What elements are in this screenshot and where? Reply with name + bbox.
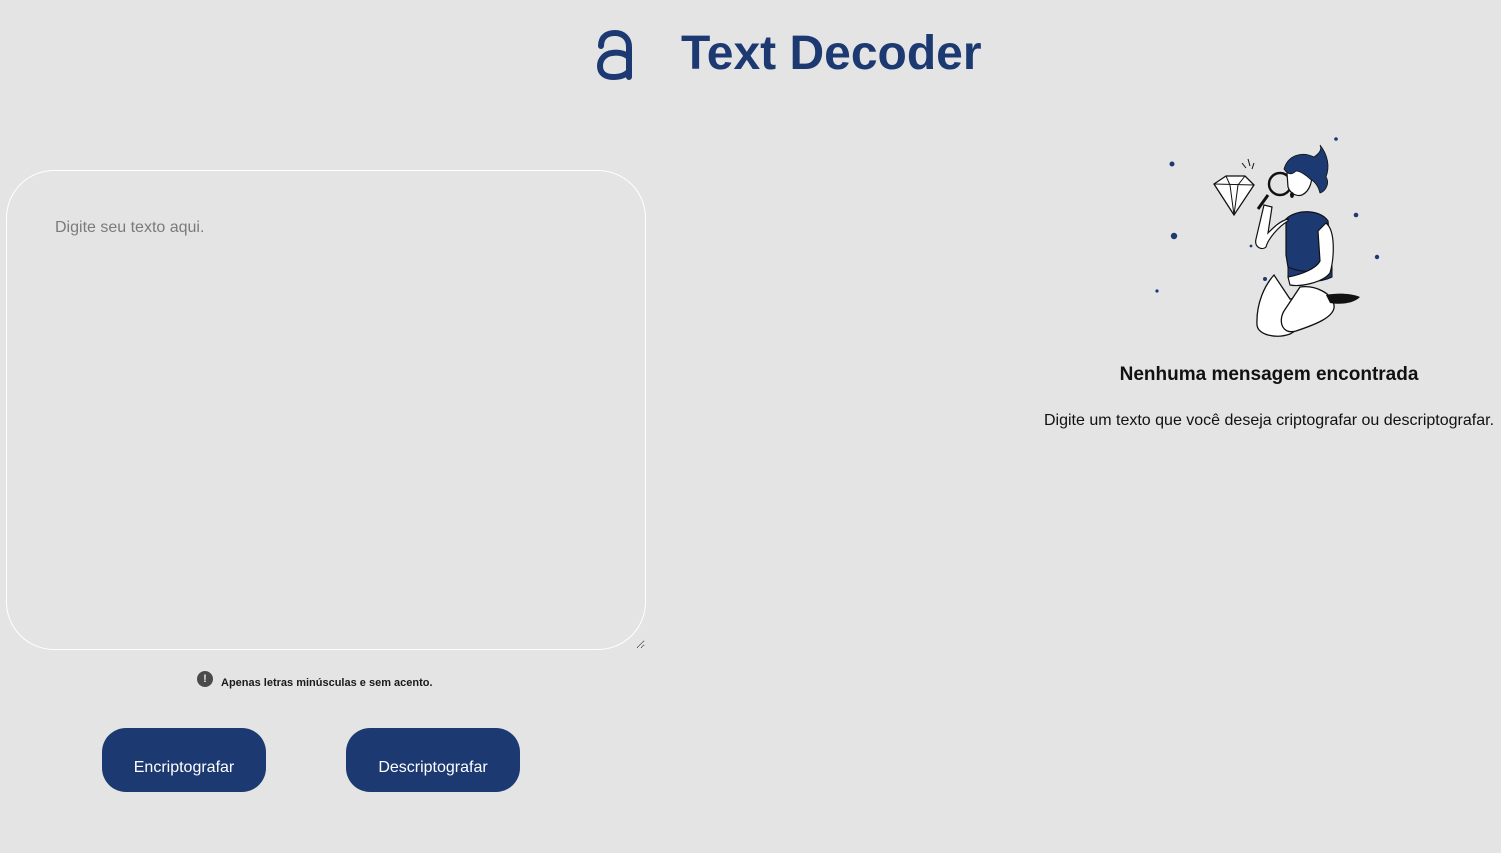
input-hint: ! Apenas letras minúsculas e sem acento.: [197, 669, 433, 689]
encrypt-button[interactable]: Encriptografar: [102, 728, 266, 792]
output-title: Nenhuma mensagem encontrada: [1119, 364, 1419, 385]
decrypt-button[interactable]: Descriptografar: [346, 728, 520, 792]
person-with-magnifier-illustration: [1155, 137, 1380, 337]
hint-text: Apenas letras minúsculas e sem acento.: [221, 677, 433, 689]
page-title: Text Decoder: [681, 27, 982, 80]
exclamation-circle-icon: !: [197, 671, 213, 687]
alura-logo-icon: [596, 30, 632, 80]
page-header: Text Decoder: [0, 0, 1501, 110]
text-input[interactable]: [6, 170, 646, 650]
output-description: Digite um texto que você deseja criptogr…: [1043, 412, 1495, 429]
